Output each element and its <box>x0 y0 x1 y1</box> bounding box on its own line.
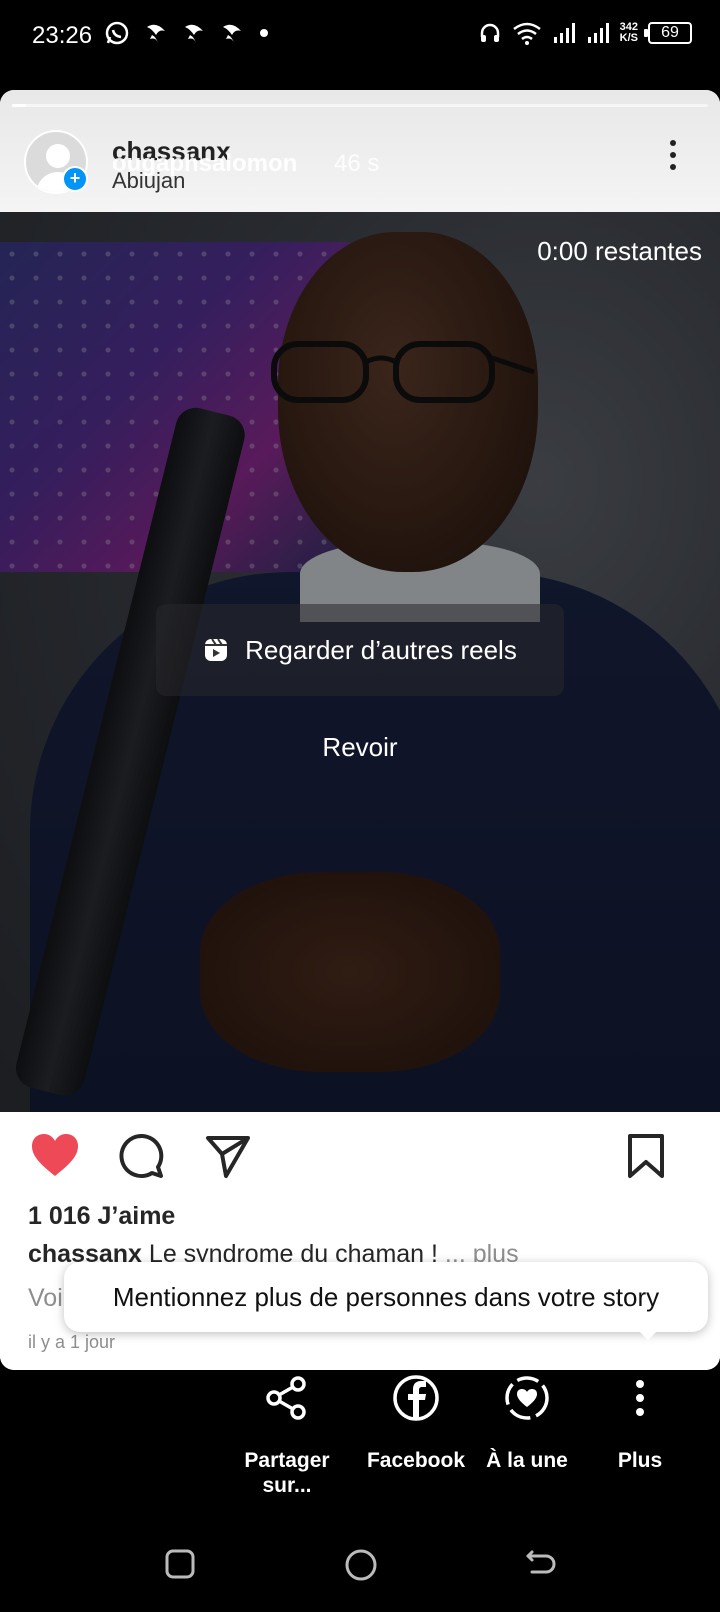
reel-video[interactable]: 0:00 restantes Regarder d’autres reels R… <box>0 212 720 1112</box>
watch-more-reels-button[interactable]: Regarder d’autres reels <box>156 604 564 696</box>
view-comments-link[interactable]: Voi <box>28 1284 63 1313</box>
headphones-icon <box>480 23 499 42</box>
likes-count[interactable]: 1 016 J’aime <box>28 1202 175 1231</box>
network-speed-unit: K/S <box>619 32 638 44</box>
network-speed: 342 K/S <box>620 22 638 44</box>
system-status-icons: 342 K/S 69 <box>478 20 692 46</box>
more-share-label: Plus <box>617 1449 663 1472</box>
story-progress-fill <box>12 104 26 107</box>
facebook-label: Facebook <box>366 1449 466 1472</box>
app-notification-icon <box>185 24 203 43</box>
more-options-icon[interactable] <box>668 140 678 174</box>
mention-tooltip[interactable]: Mentionnez plus de personnes dans votre … <box>64 1262 708 1332</box>
story-card[interactable]: + chassanx Abiujan ougaphsalomon 46 s 0:… <box>0 90 720 1370</box>
share-to-button[interactable]: Partager sur... <box>227 1370 347 1498</box>
share-to-label: Partager sur... <box>244 1449 330 1497</box>
back-icon[interactable] <box>524 1548 558 1580</box>
reels-icon <box>205 638 228 661</box>
share-options: Partager sur... Facebook À la une Plus <box>0 1370 720 1500</box>
whatsapp-icon <box>105 21 129 45</box>
tooltip-arrow <box>636 1328 660 1340</box>
recent-apps-icon[interactable] <box>164 1548 196 1580</box>
status-bar: 23:26 342 K/S 69 <box>0 0 720 74</box>
signal-icon <box>587 23 609 43</box>
comment-icon[interactable] <box>118 1132 166 1180</box>
app-notification-icon <box>223 24 241 43</box>
bookmark-icon[interactable] <box>626 1132 666 1180</box>
replay-button[interactable]: Revoir <box>0 732 720 763</box>
battery-indicator: 69 <box>644 22 692 44</box>
system-nav-bar <box>0 1520 720 1612</box>
app-notification-icon <box>147 24 165 43</box>
like-heart-icon[interactable] <box>30 1132 80 1178</box>
status-time: 23:26 <box>32 22 93 49</box>
story-time-ago: 46 s <box>334 150 380 177</box>
time-remaining: 0:00 restantes <box>537 236 702 266</box>
notification-icons <box>104 20 270 46</box>
highlight-label: À la une <box>486 1449 568 1472</box>
facebook-button[interactable]: Facebook <box>356 1370 476 1473</box>
share-nodes-icon <box>266 1376 306 1420</box>
facebook-icon <box>393 1375 439 1421</box>
watch-more-reels-label: Regarder d’autres reels <box>245 634 517 665</box>
post-date: il y a 1 jour <box>28 1332 116 1352</box>
send-icon[interactable] <box>204 1132 252 1180</box>
dot-icon <box>260 29 268 37</box>
more-vertical-icon <box>636 1380 644 1416</box>
more-share-button[interactable]: Plus <box>580 1370 700 1473</box>
story-header: + chassanx Abiujan ougaphsalomon 46 s <box>0 90 720 212</box>
signal-icon <box>553 23 575 43</box>
home-icon[interactable] <box>344 1548 378 1582</box>
highlight-button[interactable]: À la une <box>467 1370 587 1473</box>
story-username[interactable]: ougaphsalomon <box>112 150 297 178</box>
highlight-icon <box>505 1376 549 1420</box>
add-story-icon[interactable]: + <box>62 166 88 192</box>
story-progress-bar <box>12 104 708 107</box>
wifi-icon <box>512 22 541 45</box>
